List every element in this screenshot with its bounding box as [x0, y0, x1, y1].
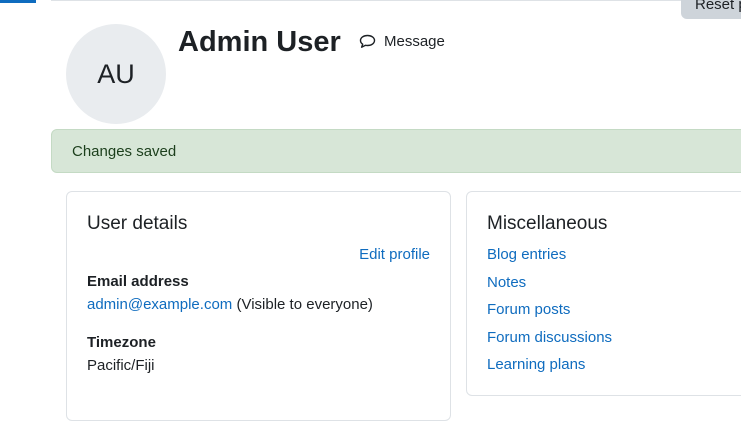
message-button[interactable]: Message [359, 33, 445, 50]
email-visibility: (Visible to everyone) [236, 296, 373, 313]
message-label: Message [384, 33, 445, 50]
page-title: Admin User [178, 26, 341, 58]
miscellaneous-title: Miscellaneous [487, 213, 608, 234]
forum-posts-link[interactable]: Forum posts [487, 301, 570, 318]
forum-discussions-link[interactable]: Forum discussions [487, 329, 612, 346]
list-item: Forum posts [487, 301, 612, 329]
nav-active-indicator [0, 0, 36, 3]
user-details-card: User details Edit profile Email address … [66, 191, 451, 421]
miscellaneous-list: Blog entries Notes Forum posts Forum dis… [487, 246, 612, 384]
speech-bubble-icon [359, 34, 376, 49]
miscellaneous-card: Miscellaneous Blog entries Notes Forum p… [466, 191, 741, 396]
timezone-label: Timezone [87, 334, 156, 351]
alert-message: Changes saved [72, 143, 177, 160]
header-divider [51, 0, 741, 1]
list-item: Blog entries [487, 246, 612, 274]
email-link[interactable]: admin@example.com [87, 296, 232, 313]
avatar-initials: AU [97, 58, 135, 89]
notes-link[interactable]: Notes [487, 274, 526, 291]
list-item: Forum discussions [487, 329, 612, 357]
reset-page-button-label: Reset page to default [695, 0, 741, 13]
reset-page-button[interactable]: Reset page to default [681, 0, 741, 19]
success-alert: Changes saved [51, 129, 741, 173]
avatar: AU [66, 24, 166, 124]
timezone-value: Pacific/Fiji [87, 357, 155, 374]
list-item: Notes [487, 274, 612, 302]
user-details-title: User details [87, 213, 188, 234]
edit-profile-link[interactable]: Edit profile [359, 246, 430, 263]
learning-plans-link[interactable]: Learning plans [487, 356, 585, 373]
email-row: admin@example.com (Visible to everyone) [87, 296, 373, 313]
blog-entries-link[interactable]: Blog entries [487, 246, 566, 263]
email-label: Email address [87, 273, 189, 290]
list-item: Learning plans [487, 356, 612, 384]
